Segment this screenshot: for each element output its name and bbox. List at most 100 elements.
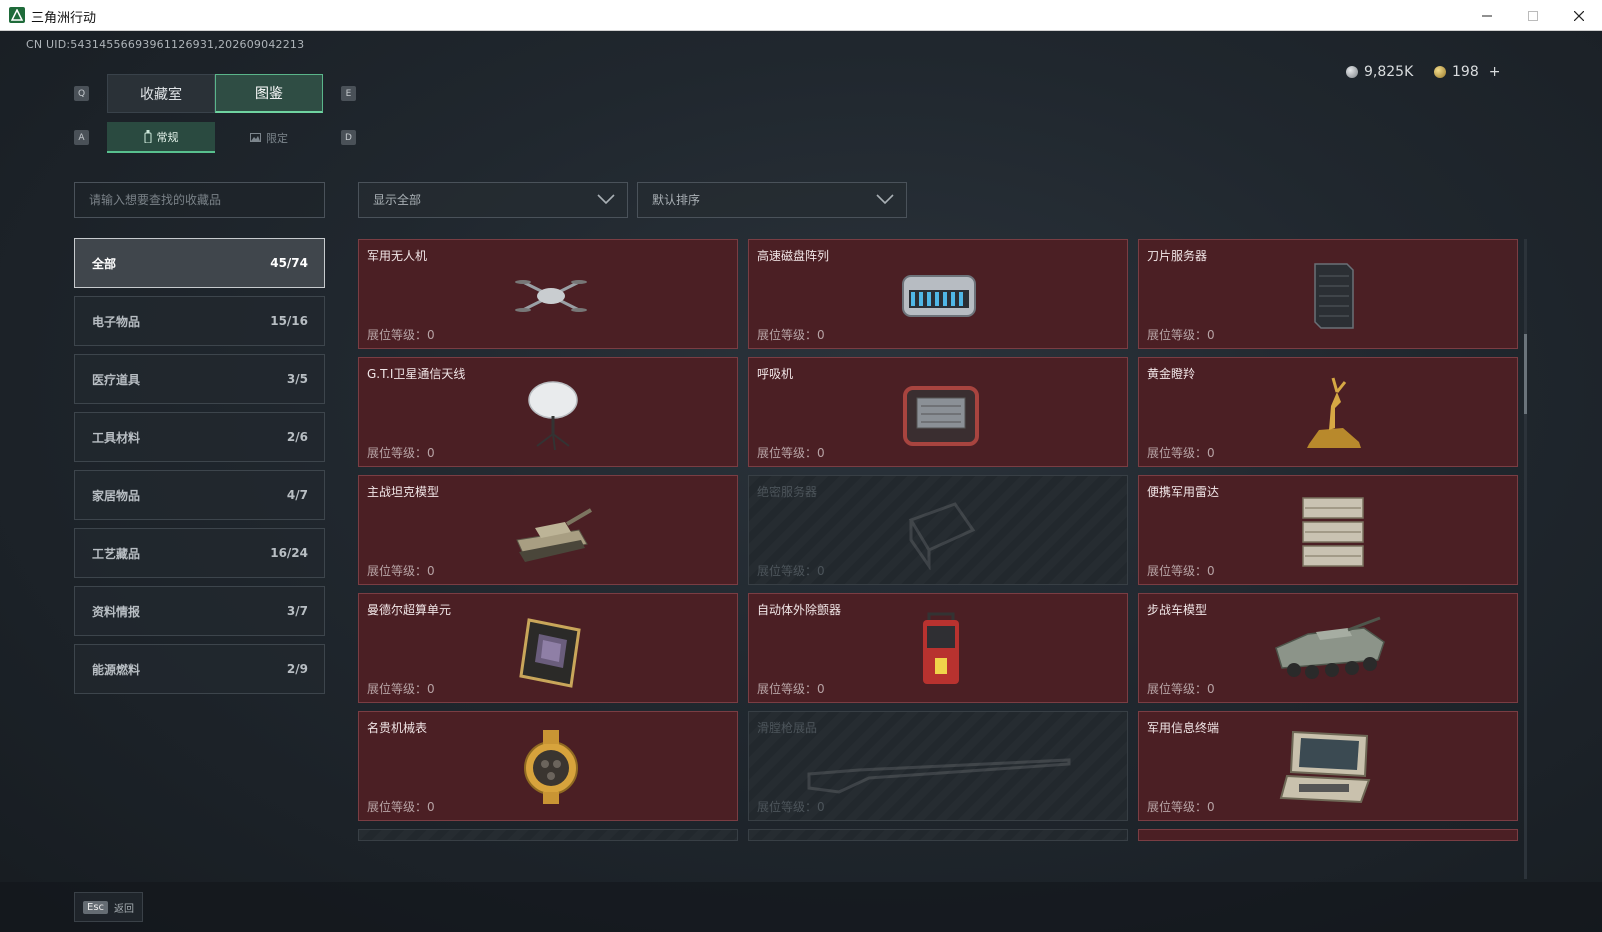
category-electronics[interactable]: 电子物品 15/16 — [74, 296, 325, 346]
esc-key-hint: Esc — [83, 900, 109, 914]
item-card[interactable]: G.T.I卫星通信天线 展位等级：0 — [358, 357, 738, 467]
collection-grid: 军用无人机 展位等级：0 高速磁盘阵列 展位等级：0 刀片服务器 展位等级：0 … — [358, 239, 1522, 879]
server-icon — [1314, 263, 1354, 329]
category-tools[interactable]: 工具材料 2/6 — [74, 412, 325, 462]
item-card-locked[interactable]: 滑膛枪展品 展位等级：0 — [748, 711, 1128, 821]
category-all[interactable]: 全部 45/74 — [74, 238, 325, 288]
item-card[interactable]: 高速磁盘阵列 展位等级：0 — [748, 239, 1128, 349]
item-card[interactable]: 呼吸机 展位等级：0 — [748, 357, 1128, 467]
item-name: 名贵机械表 — [367, 721, 428, 735]
item-card[interactable]: 军用无人机 展位等级：0 — [358, 239, 738, 349]
window-titlebar: 三角洲行动 — [0, 0, 1602, 31]
ifv-icon — [1275, 616, 1385, 679]
item-card[interactable]: 自动体外除颤器 展位等级：0 — [748, 593, 1128, 703]
item-name: 军用无人机 — [367, 249, 428, 263]
item-name: 高速磁盘阵列 — [757, 249, 830, 263]
gold-amount: 198 — [1452, 64, 1479, 80]
silver-currency: 9,825K — [1346, 64, 1413, 80]
sort-dropdown[interactable]: 默认排序 — [637, 182, 907, 218]
picture-icon — [250, 133, 261, 142]
key-hint-next-main: E — [341, 86, 356, 101]
item-card[interactable]: 步战车模型 展位等级：0 — [1138, 593, 1518, 703]
category-label: 全部 — [92, 256, 117, 271]
category-count: 3/7 — [286, 604, 308, 618]
category-count: 3/5 — [286, 372, 308, 386]
item-name: G.T.I卫星通信天线 — [367, 367, 466, 381]
player-uid: CN UID:54314556693961126931,202609042213 — [26, 38, 305, 51]
category-intel[interactable]: 资料情报 3/7 — [74, 586, 325, 636]
sort-dropdown-value: 默认排序 — [652, 193, 701, 207]
tab-regular-label: 常规 — [156, 130, 179, 144]
category-label: 家居物品 — [92, 488, 141, 503]
item-level: 展位等级：0 — [367, 800, 435, 814]
item-card[interactable]: 黄金瞪羚 展位等级：0 — [1138, 357, 1518, 467]
item-level: 展位等级：0 — [757, 446, 825, 460]
category-fuel[interactable]: 能源燃料 2/9 — [74, 644, 325, 694]
terminal-icon — [1279, 730, 1371, 804]
category-label: 能源燃料 — [92, 662, 141, 677]
key-hint-prev-sub: A — [74, 130, 89, 145]
minimize-button[interactable] — [1464, 0, 1510, 31]
key-hint-prev-main: Q — [74, 86, 89, 101]
category-crafts[interactable]: 工艺藏品 16/24 — [74, 528, 325, 578]
secret-server-icon — [908, 502, 976, 570]
item-level: 展位等级：0 — [1147, 564, 1215, 578]
tab-collection-room[interactable]: 收藏室 — [107, 74, 215, 113]
category-label: 资料情报 — [92, 604, 141, 619]
tab-limited-label: 限定 — [266, 131, 288, 145]
category-count: 4/7 — [286, 488, 308, 502]
item-card[interactable]: 军用信息终端 展位等级：0 — [1138, 711, 1518, 821]
gold-currency: 198 + — [1434, 64, 1500, 80]
tank-icon — [516, 508, 593, 562]
item-level: 展位等级：0 — [1147, 446, 1215, 460]
grid-scrollbar[interactable] — [1524, 239, 1527, 879]
category-count: 15/16 — [270, 314, 308, 328]
item-card-partial[interactable] — [748, 829, 1128, 841]
category-count: 2/6 — [286, 430, 308, 444]
item-card[interactable]: 主战坦克模型 展位等级：0 — [358, 475, 738, 585]
item-card[interactable]: 刀片服务器 展位等级：0 — [1138, 239, 1518, 349]
item-level: 展位等级：0 — [367, 564, 435, 578]
filter-dropdown[interactable]: 显示全部 — [358, 182, 628, 218]
add-currency-button[interactable]: + — [1489, 64, 1501, 80]
item-card-locked[interactable]: 绝密服务器 展位等级：0 — [748, 475, 1128, 585]
item-card-partial[interactable] — [1138, 829, 1518, 841]
defibrillator-icon — [923, 612, 959, 684]
category-label: 工艺藏品 — [92, 546, 141, 561]
cpu-icon — [519, 618, 581, 688]
category-medical[interactable]: 医疗道具 3/5 — [74, 354, 325, 404]
category-home[interactable]: 家居物品 4/7 — [74, 470, 325, 520]
item-card-partial[interactable] — [358, 829, 738, 841]
footer-bar: Esc 返回 — [0, 882, 1602, 932]
item-level: 展位等级：0 — [757, 800, 825, 814]
radar-icon — [1302, 497, 1364, 567]
item-card[interactable]: 曼德尔超算单元 展位等级：0 — [358, 593, 738, 703]
search-input[interactable]: 请输入想要查找的收藏品 — [74, 182, 325, 218]
category-label: 电子物品 — [92, 314, 141, 329]
item-level: 展位等级：0 — [367, 328, 435, 342]
category-label: 工具材料 — [92, 430, 141, 445]
silver-amount: 9,825K — [1364, 64, 1414, 80]
item-name: 呼吸机 — [757, 367, 794, 381]
item-name: 便携军用雷达 — [1147, 485, 1220, 499]
tab-regular[interactable]: 常规 — [107, 122, 215, 153]
ventilator-icon — [903, 386, 979, 446]
back-button[interactable]: Esc 返回 — [74, 892, 144, 922]
disk-array-icon — [902, 275, 976, 317]
item-level: 展位等级：0 — [367, 682, 435, 696]
silver-coin-icon — [1346, 66, 1358, 78]
category-count: 16/24 — [270, 546, 308, 560]
item-name: 刀片服务器 — [1147, 249, 1208, 263]
maximize-button[interactable] — [1510, 0, 1556, 31]
tab-catalog[interactable]: 图鉴 — [215, 74, 323, 113]
bottle-icon — [144, 130, 151, 143]
drone-icon — [515, 280, 587, 312]
item-name: 曼德尔超算单元 — [367, 603, 452, 617]
item-name: 绝密服务器 — [757, 485, 818, 499]
gold-coin-icon — [1434, 66, 1446, 78]
item-card[interactable]: 名贵机械表 展位等级：0 — [358, 711, 738, 821]
item-card[interactable]: 便携军用雷达 展位等级：0 — [1138, 475, 1518, 585]
tab-limited[interactable]: 限定 — [215, 122, 323, 153]
close-button[interactable] — [1556, 0, 1602, 31]
grid-scrollbar-thumb[interactable] — [1524, 334, 1527, 414]
